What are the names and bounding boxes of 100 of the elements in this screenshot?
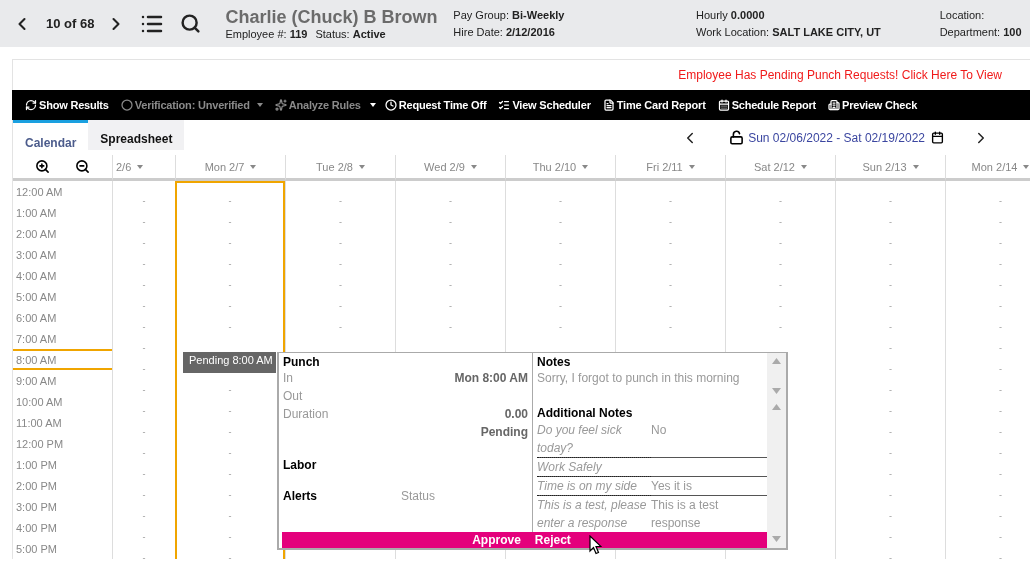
calendar-cell[interactable]: - [945,307,1030,328]
day-header[interactable]: Fri 2/11 [646,160,683,173]
calendar-cell[interactable]: - [835,370,945,391]
calendar-cell[interactable]: - [175,223,285,244]
calendar-cell[interactable]: - [505,244,615,265]
calendar-cell[interactable]: - [945,433,1030,454]
calendar-cell[interactable]: - [395,244,505,265]
calendar-cell[interactable]: - [285,223,395,244]
calendar-cell[interactable]: - [112,265,175,286]
calendar-cell[interactable]: - [835,496,945,517]
calendar-icon[interactable] [931,131,944,144]
pending-punch-badge[interactable]: Pending 8:00 AM [183,352,276,373]
calendar-cell[interactable]: - [112,517,175,538]
calendar-cell[interactable]: - [175,202,285,223]
calendar-cell[interactable]: - [505,265,615,286]
calendar-cell[interactable]: - [615,286,725,307]
calendar-cell[interactable]: - [835,433,945,454]
calendar-cell[interactable]: - [945,412,1030,433]
calendar-cell[interactable]: - [505,307,615,328]
calendar-cell[interactable]: - [175,244,285,265]
toolbar-button[interactable]: Preview Check [822,90,924,120]
calendar-cell[interactable]: - [835,412,945,433]
calendar-cell[interactable]: - [725,202,835,223]
calendar-cell[interactable]: - [112,244,175,265]
calendar-cell[interactable]: - [112,475,175,496]
calendar-cell[interactable]: - [615,307,725,328]
calendar-cell[interactable]: - [175,286,285,307]
calendar-cell[interactable]: - [285,181,395,202]
calendar-cell[interactable]: - [615,244,725,265]
calendar-cell[interactable]: - [945,181,1030,202]
calendar-cell[interactable]: - [945,223,1030,244]
calendar-cell[interactable]: - [945,265,1030,286]
day-header[interactable]: 2/6 [116,160,132,173]
calendar-cell[interactable]: - [615,265,725,286]
calendar-cell[interactable]: - [835,538,945,559]
calendar-cell[interactable]: - [395,223,505,244]
calendar-cell[interactable]: - [395,181,505,202]
calendar-cell[interactable]: - [835,181,945,202]
calendar-cell[interactable]: - [945,328,1030,349]
calendar-cell[interactable]: - [945,475,1030,496]
day-header[interactable]: Tue 2/8 [316,160,353,173]
day-header[interactable]: Sun 2/13 [862,160,907,173]
calendar-cell[interactable]: - [945,286,1030,307]
calendar-cell[interactable]: - [835,454,945,475]
calendar-cell[interactable]: - [945,496,1030,517]
calendar-cell[interactable]: - [112,538,175,559]
calendar-cell[interactable]: - [945,202,1030,223]
calendar-cell[interactable]: - [725,181,835,202]
calendar-cell[interactable]: - [835,265,945,286]
calendar-cell[interactable]: - [395,307,505,328]
calendar-cell[interactable]: - [175,181,285,202]
calendar-cell[interactable]: - [835,349,945,370]
calendar-cell[interactable]: - [112,454,175,475]
calendar-cell[interactable]: - [945,517,1030,538]
calendar-cell[interactable]: - [112,328,175,349]
calendar-cell[interactable]: - [285,202,395,223]
calendar-cell[interactable]: - [112,202,175,223]
calendar-cell[interactable]: - [945,349,1030,370]
calendar-cell[interactable]: - [725,244,835,265]
calendar-cell[interactable]: - [835,391,945,412]
view-tab[interactable]: Spreadsheet [88,120,185,150]
zoom-out-icon[interactable] [74,159,90,174]
calendar-cell[interactable]: - [112,307,175,328]
day-header[interactable]: Sat 2/12 [754,160,795,173]
calendar-cell[interactable]: - [395,265,505,286]
toolbar-button[interactable]: Request Time Off [378,90,493,120]
calendar-cell[interactable]: - [175,307,285,328]
calendar-cell[interactable]: - [835,307,945,328]
reject-button[interactable]: Reject [528,532,577,548]
calendar-cell[interactable]: - [112,349,175,370]
calendar-cell[interactable]: - [725,223,835,244]
calendar-cell[interactable]: - [112,412,175,433]
calendar-cell[interactable]: - [112,433,175,454]
pending-requests-link[interactable]: Employee Has Pending Punch Requests! Click Here To View [678,68,1002,82]
calendar-cell[interactable]: - [285,244,395,265]
day-header[interactable]: Wed 2/9 [424,160,465,173]
search-icon[interactable] [180,13,202,34]
calendar-cell[interactable]: - [112,391,175,412]
date-range[interactable]: Sun 02/06/2022 - Sat 02/19/2022 [748,130,925,145]
calendar-cell[interactable]: - [505,286,615,307]
calendar-cell[interactable]: - [285,307,395,328]
toolbar-button[interactable]: Show Results [19,90,115,120]
calendar-cell[interactable]: - [835,328,945,349]
day-header[interactable]: Mon 2/14 [971,160,1018,173]
calendar-cell[interactable]: - [395,286,505,307]
calendar-cell[interactable]: - [112,286,175,307]
calendar-cell[interactable]: - [725,286,835,307]
toolbar-button[interactable]: Schedule Report [711,90,823,120]
calendar-cell[interactable]: - [505,202,615,223]
calendar-cell[interactable]: - [505,181,615,202]
calendar-cell[interactable]: - [112,181,175,202]
calendar-cell[interactable]: - [175,265,285,286]
toolbar-button[interactable]: Time Card Report [596,90,712,120]
day-header[interactable]: Mon 2/7 [204,160,245,173]
calendar-cell[interactable]: - [835,223,945,244]
calendar-cell[interactable]: - [945,454,1030,475]
calendar-cell[interactable]: - [505,223,615,244]
calendar-cell[interactable]: - [615,181,725,202]
calendar-cell[interactable]: - [945,391,1030,412]
zoom-in-icon[interactable] [35,159,51,174]
